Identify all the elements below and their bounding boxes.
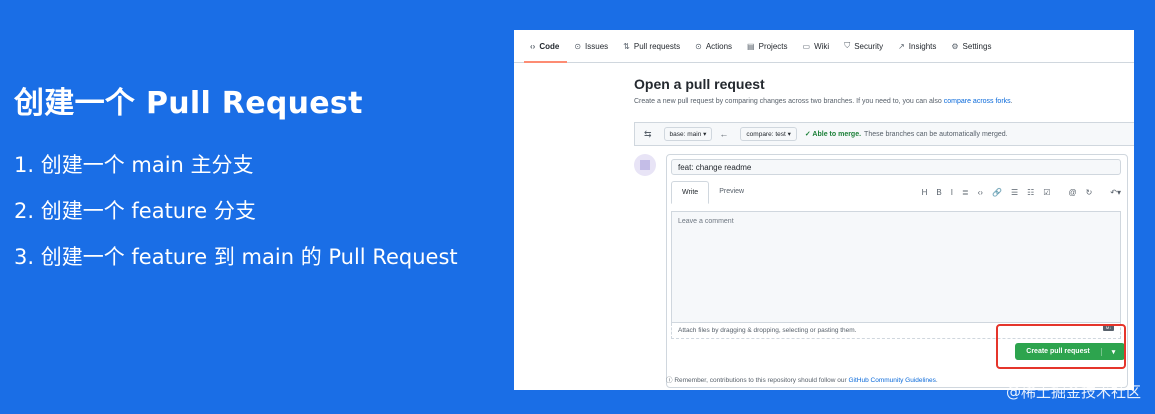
bold-icon[interactable]: B — [936, 188, 941, 197]
step-3: 3. 创建一个 feature 到 main 的 Pull Request — [14, 245, 458, 269]
steps-list: 1. 创建一个 main 主分支 2. 创建一个 feature 分支 3. 创… — [14, 152, 504, 270]
comment-placeholder: Leave a comment — [678, 218, 734, 225]
gear-icon: ⚙ — [951, 41, 959, 51]
issue-icon: ⊙ — [574, 41, 582, 51]
code-icon: ‹› — [530, 41, 536, 51]
task-list-icon[interactable]: ☑ — [1043, 188, 1050, 197]
step-1: 1. 创建一个 main 主分支 — [14, 153, 254, 177]
footnote: ⓘ Remember, contributions to this reposi… — [666, 377, 938, 384]
tab-label: Wiki — [814, 41, 830, 51]
editor-tabs: Write Preview — [671, 181, 754, 204]
step-2: 2. 创建一个 feature 分支 — [14, 199, 256, 223]
tab-pull-requests[interactable]: ⇅ Pull requests — [623, 30, 680, 62]
tab-label: Settings — [962, 41, 992, 51]
shield-icon: ⛉ — [844, 41, 851, 50]
play-icon: ⊙ — [695, 41, 702, 51]
tab-projects[interactable]: ▤ Projects — [747, 30, 787, 62]
tab-issues[interactable]: ⊙ Issues — [574, 30, 608, 62]
tab-preview[interactable]: Preview — [709, 181, 754, 204]
compare-forks-link[interactable]: compare across forks — [944, 98, 1011, 105]
subtitle-end: . — [1010, 98, 1013, 105]
graph-icon: ↗ — [898, 41, 905, 51]
tab-label: Pull requests — [633, 41, 681, 51]
base-branch-select[interactable]: base: main ▾ — [663, 127, 713, 141]
numbered-list-icon[interactable]: ☷ — [1027, 188, 1034, 197]
compare-bar: ⇆ base: main ▾ ← compare: test ▾ ✓ Able … — [634, 122, 1134, 146]
link-icon[interactable]: 🔗 — [992, 188, 1002, 197]
tab-label: Actions — [705, 41, 733, 51]
book-icon: ▭ — [802, 41, 811, 51]
repo-nav: ‹› Code ⊙ Issues ⇅ Pull requests ⊙ Actions ▤… — [514, 30, 1134, 63]
subtitle-text: Create a new pull request by comparing c… — [634, 98, 942, 105]
reference-icon[interactable]: ↻ — [1086, 188, 1093, 197]
tab-security[interactable]: ⛉ Security — [844, 30, 883, 62]
tab-insights[interactable]: ↗ Insights — [898, 30, 936, 62]
pull-request-icon: ⇅ — [623, 41, 630, 51]
page-subtitle: Create a new pull request by comparing c… — [634, 98, 1134, 105]
tab-wiki[interactable]: ▭ Wiki — [803, 30, 830, 62]
undo-icon[interactable]: ↶▾ — [1110, 188, 1121, 197]
tab-label: Issues — [585, 41, 609, 51]
bulleted-list-icon[interactable]: ☰ — [1011, 188, 1018, 197]
markdown-toolbar: H B I ≣ ‹› 🔗 ☰ ☷ ☑ @ ↻ ↶▾ — [913, 188, 1121, 197]
tab-label: Insights — [908, 41, 937, 51]
tab-write[interactable]: Write — [671, 181, 710, 204]
community-guidelines-link[interactable]: GitHub Community Guidelines — [848, 377, 935, 384]
pr-title-input[interactable]: feat: change readme — [671, 159, 1121, 175]
merge-detail: These branches can be automatically merg… — [864, 130, 1008, 138]
table-icon: ▤ — [747, 41, 755, 51]
avatar — [634, 154, 656, 176]
quote-icon[interactable]: ≣ — [962, 188, 969, 197]
compare-branch-select[interactable]: compare: test ▾ — [740, 127, 797, 141]
tab-label: Projects — [758, 41, 788, 51]
slide-text: 创建一个 Pull Request 1. 创建一个 main 主分支 2. 创建… — [14, 78, 504, 290]
footnote-end: . — [935, 377, 938, 384]
tab-label: Code — [539, 41, 560, 51]
tab-label: Security — [854, 41, 884, 51]
italic-icon[interactable]: I — [951, 188, 953, 197]
compare-icon: ⇆ — [644, 128, 652, 139]
pr-content: Open a pull request Create a new pull re… — [634, 76, 1134, 388]
tab-actions[interactable]: ⊙ Actions — [695, 30, 732, 62]
mention-icon[interactable]: @ — [1068, 188, 1076, 197]
footnote-text: Remember, contributions to this reposito… — [674, 377, 847, 384]
merge-status: ✓ Able to merge. — [804, 131, 862, 138]
tab-code[interactable]: ‹› Code — [523, 30, 568, 63]
code-icon[interactable]: ‹› — [978, 188, 983, 197]
heading-icon[interactable]: H — [922, 188, 928, 197]
highlight-box — [996, 324, 1126, 369]
watermark: @稀土掘金技术社区 — [1005, 383, 1141, 401]
tab-settings[interactable]: ⚙ Settings — [951, 30, 991, 62]
comment-textarea[interactable]: Leave a comment — [671, 211, 1121, 323]
slide-title: 创建一个 Pull Request — [14, 86, 363, 121]
arrow-left-icon: ← — [719, 129, 729, 139]
page-title: Open a pull request — [634, 76, 765, 92]
